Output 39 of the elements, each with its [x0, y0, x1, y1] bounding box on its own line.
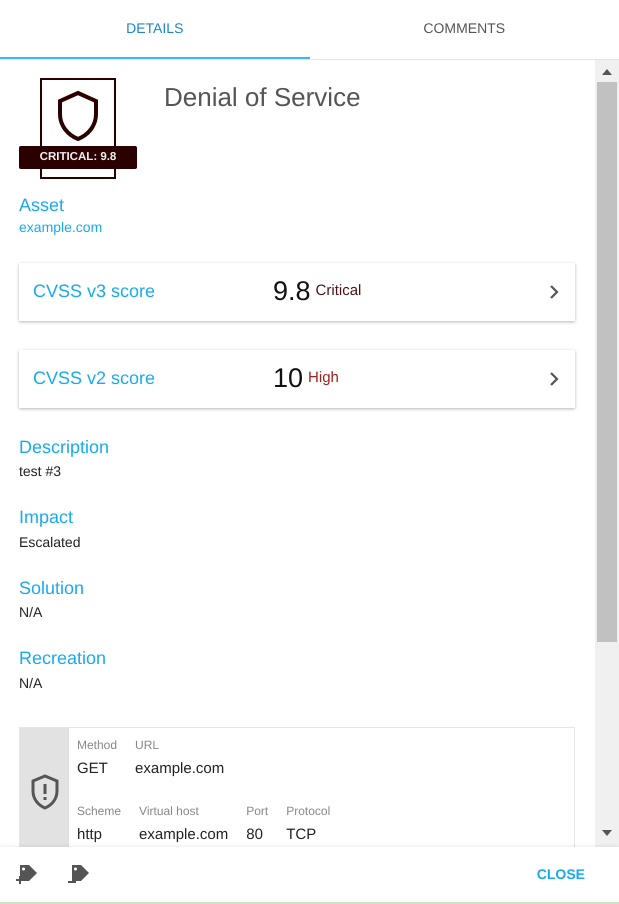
field-value: example.com: [135, 758, 224, 779]
section-text: N/A: [19, 674, 44, 693]
score-value: 10: [273, 362, 304, 396]
chevron-right-icon: [549, 372, 559, 386]
section-label: Description: [19, 436, 110, 458]
severity-text: Critical: [316, 281, 362, 302]
field-label: Virtual host: [139, 803, 200, 820]
score-value: 9.8: [273, 275, 311, 308]
field-label: Port: [246, 803, 268, 820]
field-value: GET: [77, 758, 109, 779]
tag-remove-icon[interactable]: [68, 864, 90, 886]
section-text: test #3: [19, 462, 62, 482]
section-label: Recreation: [19, 648, 108, 670]
field-value: http: [77, 825, 104, 846]
field-label: Protocol: [286, 803, 330, 820]
chevron-right-icon: [549, 284, 559, 299]
section-text: N/A: [19, 603, 44, 622]
scrollbar[interactable]: [595, 60, 619, 847]
tag-add-icon[interactable]: [16, 864, 38, 886]
section-label: Solution: [19, 578, 86, 600]
finding-title: Denial of Service: [164, 81, 361, 114]
score-label: CVSS v2 score: [33, 367, 156, 390]
scroll-up-icon[interactable]: [602, 69, 612, 76]
score-label: CVSS v3 score: [33, 280, 156, 304]
shield-alert-icon: [30, 774, 60, 810]
section-label: Asset: [19, 195, 66, 217]
scrollbar-thumb[interactable]: [597, 82, 617, 642]
shield-icon: [56, 90, 100, 142]
section-text: Escalated: [19, 532, 82, 552]
severity-badge: CRITICAL: 9.8: [19, 146, 137, 169]
field-label: Method: [77, 736, 118, 754]
severity-text: High: [308, 368, 339, 388]
scroll-down-icon[interactable]: [602, 830, 612, 836]
field-label: URL: [135, 736, 160, 754]
section-label: Impact: [19, 507, 74, 529]
field-label: Scheme: [77, 803, 122, 820]
field-value: example.com: [139, 825, 228, 846]
field-value: 80: [246, 825, 264, 846]
field-value: TCP: [286, 825, 318, 846]
